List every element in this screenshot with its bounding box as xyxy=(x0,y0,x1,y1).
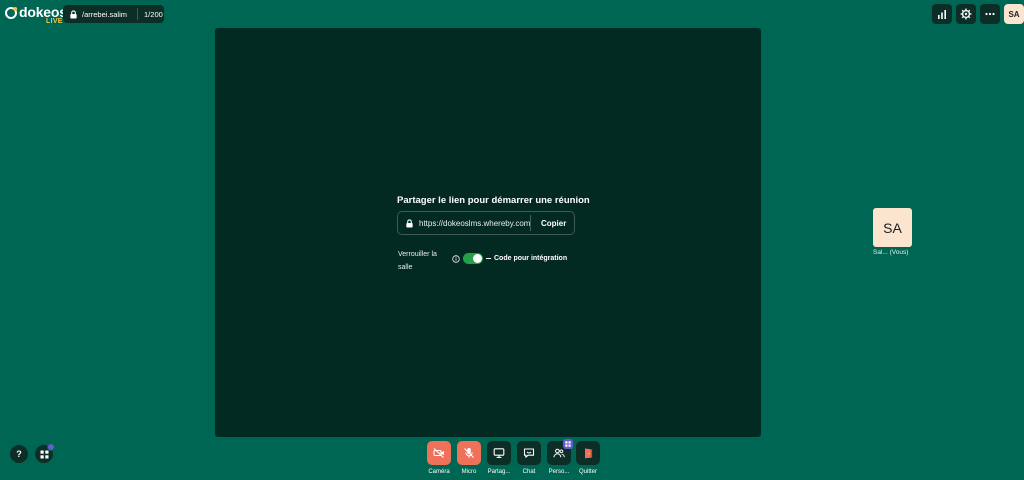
camera-off-icon xyxy=(433,448,444,458)
copy-link-button[interactable]: Copier xyxy=(541,219,566,228)
micro-label: Micro xyxy=(461,469,477,475)
room-divider xyxy=(137,8,139,20)
leave-button[interactable] xyxy=(576,441,600,465)
leave-label: Quitter xyxy=(578,469,598,475)
settings-icon xyxy=(960,8,972,20)
camera-button[interactable] xyxy=(427,441,451,465)
embed-link-icon xyxy=(486,257,491,259)
more-options-button[interactable] xyxy=(980,4,1000,24)
settings-button[interactable] xyxy=(956,4,976,24)
share-screen-control[interactable]: Partag... xyxy=(487,441,511,475)
room-link-url[interactable]: https://dokeoslms.whereby.com xyxy=(419,219,530,228)
info-icon[interactable] xyxy=(452,255,460,263)
lock-icon xyxy=(406,218,413,228)
monitor-icon xyxy=(493,448,505,458)
room-link-box: https://dokeoslms.whereby.com Copier xyxy=(397,211,575,235)
apps-icon xyxy=(40,450,48,458)
chat-label: Chat xyxy=(522,469,536,475)
stats-button[interactable] xyxy=(932,4,952,24)
room-info-pill[interactable]: /arrebei.salim 1/200 xyxy=(63,5,164,23)
leave-door-icon xyxy=(585,448,593,459)
share-screen-button[interactable] xyxy=(487,441,511,465)
camera-control[interactable]: Caméra xyxy=(427,441,451,475)
link-divider xyxy=(530,215,531,231)
user-avatar[interactable]: SA xyxy=(1004,4,1024,24)
logo-sub: LIVE xyxy=(46,18,63,25)
participant-name: Sal... (Vous) xyxy=(873,249,909,256)
micro-button[interactable] xyxy=(457,441,481,465)
grid-badge-icon xyxy=(565,441,571,447)
embed-code-label: Code pour intégration xyxy=(494,255,568,262)
micro-control[interactable]: Micro xyxy=(457,441,481,475)
toggle-knob xyxy=(473,254,482,263)
stats-icon xyxy=(938,10,946,19)
people-icon xyxy=(553,448,565,458)
chat-icon xyxy=(523,448,535,458)
logo-mark-icon xyxy=(5,7,18,19)
apps-notification-badge xyxy=(47,443,55,451)
lock-room-label: Verrouiller la salle xyxy=(398,251,437,271)
participant-count: 1/200 xyxy=(144,9,163,19)
help-button[interactable]: ? xyxy=(10,445,28,463)
lock-icon xyxy=(70,9,77,19)
share-link-title: Partager le lien pour démarrer une réuni… xyxy=(397,195,590,206)
lock-room-toggle[interactable] xyxy=(463,253,483,264)
room-name: /arrebei.salim xyxy=(82,9,128,19)
embed-code-link[interactable]: Code pour intégration xyxy=(486,255,567,262)
dokeos-logo: dokeos LIVE xyxy=(4,3,67,25)
leave-control[interactable]: Quitter xyxy=(576,441,600,475)
chat-button[interactable] xyxy=(517,441,541,465)
people-label: Perso... xyxy=(548,469,570,475)
camera-label: Caméra xyxy=(428,469,450,475)
more-icon xyxy=(985,12,995,16)
participant-avatar[interactable]: SA xyxy=(873,208,912,247)
mic-off-icon xyxy=(464,448,474,458)
share-screen-label: Partag... xyxy=(487,469,511,475)
chat-control[interactable]: Chat xyxy=(517,441,541,475)
people-badge xyxy=(563,439,573,449)
